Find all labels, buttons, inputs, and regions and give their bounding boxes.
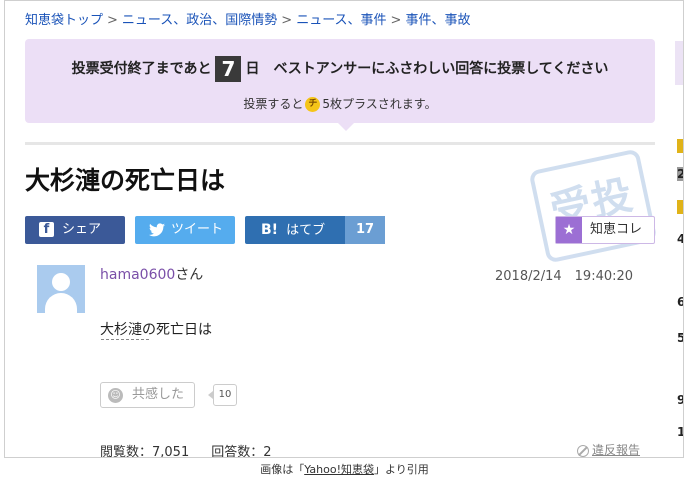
hatena-bookmark-icon: B! xyxy=(261,222,279,238)
keyword-underline xyxy=(101,339,149,340)
breadcrumb-item-news-politics[interactable]: ニュース、政治、国際情勢 xyxy=(122,13,277,28)
star-icon: ★ xyxy=(556,217,582,243)
twitter-share-label: ツイート xyxy=(171,222,224,237)
rank-item[interactable]: 9 xyxy=(677,393,683,407)
breadcrumb-item-accidents[interactable]: 事件、事故 xyxy=(405,13,470,28)
rank-item[interactable]: 1 xyxy=(677,425,683,439)
facebook-share-label: シェア xyxy=(62,222,102,237)
twitter-icon xyxy=(149,222,165,236)
vote-deadline: 投票受付終了まであと 7 日 ベストアンサーにふさわしい回答に投票してください xyxy=(25,56,655,82)
caption-prefix: 画像は「 xyxy=(260,463,305,476)
smile-icon: ☺ xyxy=(108,388,123,403)
vote-prefix: 投票受付終了まであと xyxy=(71,61,212,77)
vote-banner: 投票受付終了まであと 7 日 ベストアンサーにふさわしい回答に投票してください 投票… xyxy=(25,39,655,131)
facebook-icon: f xyxy=(39,222,54,237)
vote-stamp-watermark: 受投 xyxy=(528,148,658,264)
coin-icon: チ xyxy=(305,97,321,112)
post-datetime: 2018/2/14 19:40:20 xyxy=(495,269,634,284)
twitter-share-button[interactable]: ツイート xyxy=(135,216,235,244)
answer-count: 回答数：2 xyxy=(211,445,272,458)
avatar-body-shape xyxy=(45,293,77,313)
page-frame: 知恵袋トップ > ニュース、政治、国際情勢 > ニュース、事件 > 事件、事故 投票受付終了… xyxy=(4,0,684,458)
vote-banner-pointer xyxy=(338,123,354,131)
caption-suffix: 」より引用 xyxy=(374,463,429,476)
hatena-bookmark-button[interactable]: B! はてブ 17 xyxy=(245,216,385,244)
rank-badge-gold xyxy=(677,139,683,153)
bonus-suffix: 5枚プラスされます。 xyxy=(322,97,437,111)
breadcrumb-separator: > xyxy=(281,13,293,28)
vote-suffix: 日 ベストアンサーにふさわしい回答に投票してください xyxy=(245,61,609,77)
breadcrumb-item-news-incidents[interactable]: ニュース、事件 xyxy=(296,13,386,28)
username-link[interactable]: hama0600 xyxy=(100,267,175,283)
rank-item[interactable]: 6 xyxy=(677,295,683,309)
hatena-count: 17 xyxy=(345,216,385,244)
question-stats: 閲覧数：7,051 回答数：2 xyxy=(100,441,272,458)
rank-item[interactable]: 5 xyxy=(677,331,683,345)
facebook-share-button[interactable]: f シェア xyxy=(25,216,125,244)
avatar[interactable] xyxy=(37,265,85,313)
ranking-sidebar: 2 4 6 5 9 1 xyxy=(675,1,683,457)
questioner: hama0600さん xyxy=(100,264,203,284)
bonus-prefix: 投票すると xyxy=(243,97,304,111)
vote-bonus: 投票するとチ 5枚プラスされます。 xyxy=(25,95,655,112)
breadcrumb-separator: > xyxy=(107,13,118,28)
report-label: 違反報告 xyxy=(592,443,641,457)
question-title: 大杉漣の死亡日は xyxy=(25,166,226,195)
image-caption: 画像は「Yahoo!知恵袋」より引用 xyxy=(0,461,689,477)
report-link[interactable]: 違反報告 xyxy=(577,441,641,457)
section-divider xyxy=(25,142,655,145)
caption-source-link[interactable]: Yahoo!知恵袋 xyxy=(304,463,374,476)
rank-item[interactable]: 2 xyxy=(677,167,683,181)
sidebar-panel xyxy=(675,41,683,85)
hatena-label: はてブ xyxy=(286,223,326,238)
empathy-count: 10 xyxy=(208,384,237,406)
view-count: 閲覧数：7,051 xyxy=(100,445,190,458)
days-remaining: 7 xyxy=(215,56,242,82)
honorific: さん xyxy=(175,267,204,283)
empathy-label: 共感した xyxy=(132,387,185,402)
breadcrumb-separator: > xyxy=(390,13,402,28)
breadcrumb-item-top[interactable]: 知恵袋トップ xyxy=(25,13,103,28)
chiekore-button[interactable]: ★ 知恵コレ xyxy=(555,216,655,244)
question-body: 大杉漣の死亡日は xyxy=(100,322,212,338)
empathy-button[interactable]: ☺ 共感した xyxy=(100,382,195,408)
avatar-head-shape xyxy=(52,273,70,291)
rank-badge-gold xyxy=(677,200,683,214)
chiekore-label: 知恵コレ xyxy=(590,222,643,237)
breadcrumb: 知恵袋トップ > ニュース、政治、国際情勢 > ニュース、事件 > 事件、事故 xyxy=(25,9,470,28)
rank-item[interactable]: 4 xyxy=(677,232,683,246)
prohibited-icon xyxy=(577,444,589,457)
